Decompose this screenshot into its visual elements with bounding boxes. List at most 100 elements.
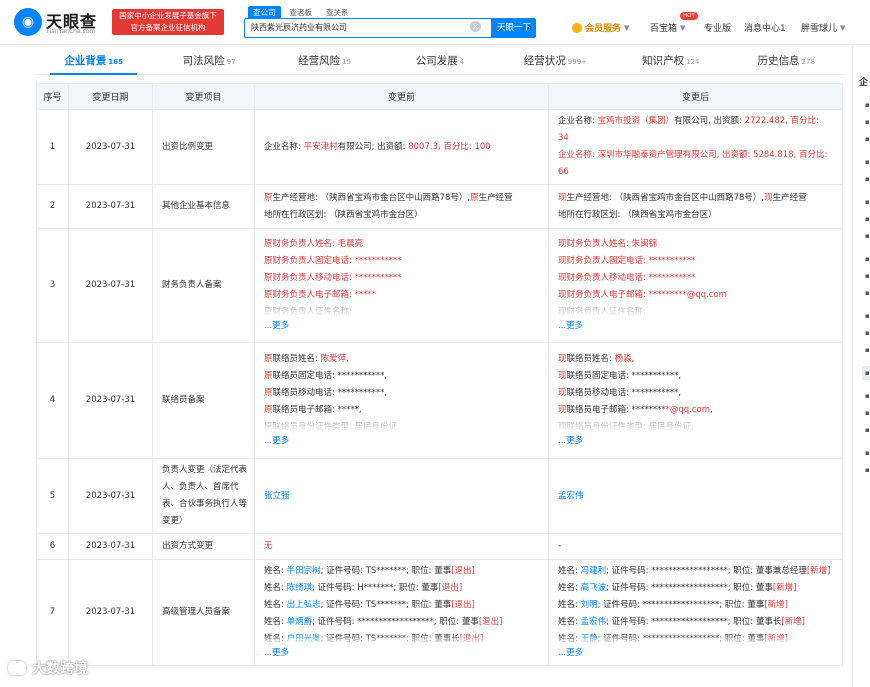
hot-badge: HOT (680, 12, 698, 20)
text-segment: 原 (470, 192, 479, 203)
text-segment: 现 (558, 192, 567, 203)
side-nav-item[interactable]: ▪ (865, 312, 870, 320)
row-seq: 5 (36, 458, 69, 534)
side-nav-item[interactable]: ▪ (865, 232, 870, 240)
message-center-link[interactable]: 消息中心1 (744, 21, 786, 34)
side-nav-item[interactable]: ▪ (865, 426, 870, 434)
person-link[interactable]: 张立强 (264, 491, 290, 501)
tab-company-background[interactable]: 企业背景 165 (36, 49, 151, 75)
text-segment: 联络员姓名: (566, 354, 615, 364)
text-segment: 现 (558, 371, 567, 381)
row-date: 2023-07-31 (68, 342, 153, 459)
side-nav-item[interactable]: ▪ (865, 272, 870, 280)
side-nav-item[interactable]: ▪ (865, 198, 870, 206)
after-content: - (558, 538, 836, 555)
before-line: 原财务负责人移动电话: *********** (264, 270, 542, 287)
after-line: 现联络员电子邮箱: *********@qq.com, (558, 402, 836, 419)
tab-judicial-risk[interactable]: 司法风险 97 (151, 49, 266, 74)
side-nav-item[interactable]: ▪ (865, 369, 870, 377)
show-more-link[interactable]: ...更多 (558, 318, 836, 335)
table-body: 1 2023-07-31 出资比例变更 企业名称: 平安津村有限公司; 出资额: 80… (36, 109, 843, 666)
person-link[interactable]: 单炳爵 (287, 617, 313, 627)
text-segment: [退出] (438, 583, 463, 593)
before-line: 原联络员姓名: 陈爱萍, (264, 351, 542, 368)
watermark-text: 大数跨境 (32, 661, 88, 677)
row-date: 2023-07-31 (68, 228, 153, 343)
side-nav-item[interactable]: ▪ (865, 101, 870, 109)
tab-intellectual-property[interactable]: 知识产权 124 (613, 49, 728, 74)
side-nav-item[interactable]: ▪ (865, 329, 870, 337)
text-segment: [退出] (451, 600, 475, 610)
side-nav-item[interactable]: ▪ (865, 175, 870, 183)
side-nav-item[interactable]: ▪ (865, 289, 870, 297)
person-link[interactable]: 王静 (581, 634, 598, 644)
watermark: 大数跨境 (8, 658, 88, 678)
person-link[interactable]: 出上弘志 (287, 600, 321, 610)
text-segment: 姓名: (558, 566, 581, 576)
row-item: 高级管理人员备案 (152, 559, 255, 666)
vip-service-menu[interactable]: 会员服务 ▼ (572, 21, 629, 34)
side-nav-item[interactable]: ▪ (865, 158, 870, 166)
tab-history-info[interactable]: 历史信息 278 (729, 49, 844, 74)
before-line: 姓名: 陈绮琪; 证件号码: H*******; 职位: 董事[退出] (264, 580, 542, 597)
row-seq: 2 (36, 184, 69, 229)
person-link[interactable]: 高飞波 (581, 583, 607, 593)
side-nav-item[interactable]: ▪ (865, 409, 870, 417)
show-more-link[interactable]: ...更多 (558, 433, 836, 450)
row-date: 2023-07-31 (68, 458, 153, 534)
after-content: 姓名: 冯建利; 证件号码: ******************; 职位: 董… (558, 563, 836, 645)
side-nav-item[interactable]: ▪ (865, 135, 870, 143)
text-segment: ; 证件号码: ******************; 职位: 董事 (312, 617, 479, 627)
row-after-value: 现财务负责人姓名: 朱闽锦 现财务负责人固定电话: *********** 现财务负… (548, 228, 843, 343)
after-line: 姓名: 刘明; 证件号码: ******************; 职位: 董事… (558, 597, 836, 614)
site-logo[interactable]: ◉ 天眼查 TianYanCha.com (14, 6, 106, 38)
tab-operating-risk[interactable]: 经营风险 15 (267, 49, 382, 74)
text-segment: 原财务负责人姓名: 毛晨亮 (264, 239, 364, 249)
text-segment: 原联络员身份证件类型: 居民身份证, (264, 422, 400, 432)
side-nav-item[interactable]: ▪ (865, 215, 870, 223)
toolbox-menu[interactable]: 百宝箱 ▼ (650, 21, 686, 35)
user-menu[interactable]: 胖雪球儿 ▼ (801, 21, 845, 35)
text-segment: , (710, 405, 713, 415)
before-line: 原生产经营地: （陕西省宝鸡市金台区中山西路78号）,原生产经营 (264, 190, 542, 207)
side-nav-item[interactable]: ▪ (865, 255, 870, 263)
after-content: 现联络员姓名: 杨淼, 现联络员固定电话: ***********, 现联络员移动电… (558, 351, 836, 433)
after-content: 现生产经营地: （陕西省宝鸡市金台区中山西路78号）,现生产经营 地所在行政区划:… (558, 190, 836, 224)
show-more-link[interactable]: ...更多 (264, 645, 542, 662)
text-segment: 现财务负责人移动电话: *********** (558, 273, 696, 283)
side-nav-item[interactable]: ▪ (865, 466, 870, 474)
person-link[interactable]: 半田宗树 (287, 566, 321, 576)
chevron-down-icon: ▼ (680, 23, 686, 32)
side-nav-item[interactable]: ▪ (865, 392, 870, 400)
after-line: 现财务负责人固定电话: *********** (558, 253, 836, 270)
tab-company-development[interactable]: 公司发展 4 (382, 49, 497, 74)
person-link[interactable]: 户田光胤 (287, 634, 321, 644)
clear-search-icon[interactable]: × (470, 21, 481, 32)
before-content: 张立强 (264, 488, 542, 505)
search-button[interactable]: 天眼一下 (492, 18, 536, 38)
tab-operating-status[interactable]: 经营状况 999+ (498, 49, 613, 74)
side-nav-title: 企 (859, 78, 869, 88)
row-before-value: 原生产经营地: （陕西省宝鸡市金台区中山西路78号）,原生产经营 地所在行政区划:… (254, 184, 549, 229)
show-more-link[interactable]: ...更多 (264, 318, 542, 335)
person-link[interactable]: 冯建利 (581, 566, 607, 576)
person-link[interactable]: 孟宏伟 (558, 491, 584, 501)
person-link[interactable]: 陈绮琪 (287, 583, 313, 593)
after-line: 现财务负责人姓名: 朱闽锦 (558, 236, 836, 253)
person-link[interactable]: 孟宏伟 (581, 617, 607, 627)
person-link[interactable]: 刘明 (581, 600, 598, 610)
after-line: - (558, 538, 836, 555)
text-segment: 姓名: (264, 634, 287, 644)
show-more-link[interactable]: ...更多 (558, 645, 836, 662)
search-input[interactable]: 陕西紫光辰济药业有限公司 (244, 18, 492, 38)
side-nav-item[interactable]: ▪ (865, 449, 870, 457)
before-line: 原财务负责人固定电话: *********** (264, 253, 542, 270)
text-segment: 66 (558, 167, 569, 177)
text-segment: 原 (264, 388, 273, 398)
side-nav-item[interactable]: ▪ (865, 118, 870, 126)
show-more-link[interactable]: ...更多 (264, 433, 542, 450)
text-segment: 原财务负责人证件名称: (264, 307, 352, 317)
side-nav-item[interactable]: ▪ (865, 346, 870, 354)
text-segment: 姓名: (558, 617, 581, 627)
pro-version-link[interactable]: 专业版 (704, 21, 731, 34)
